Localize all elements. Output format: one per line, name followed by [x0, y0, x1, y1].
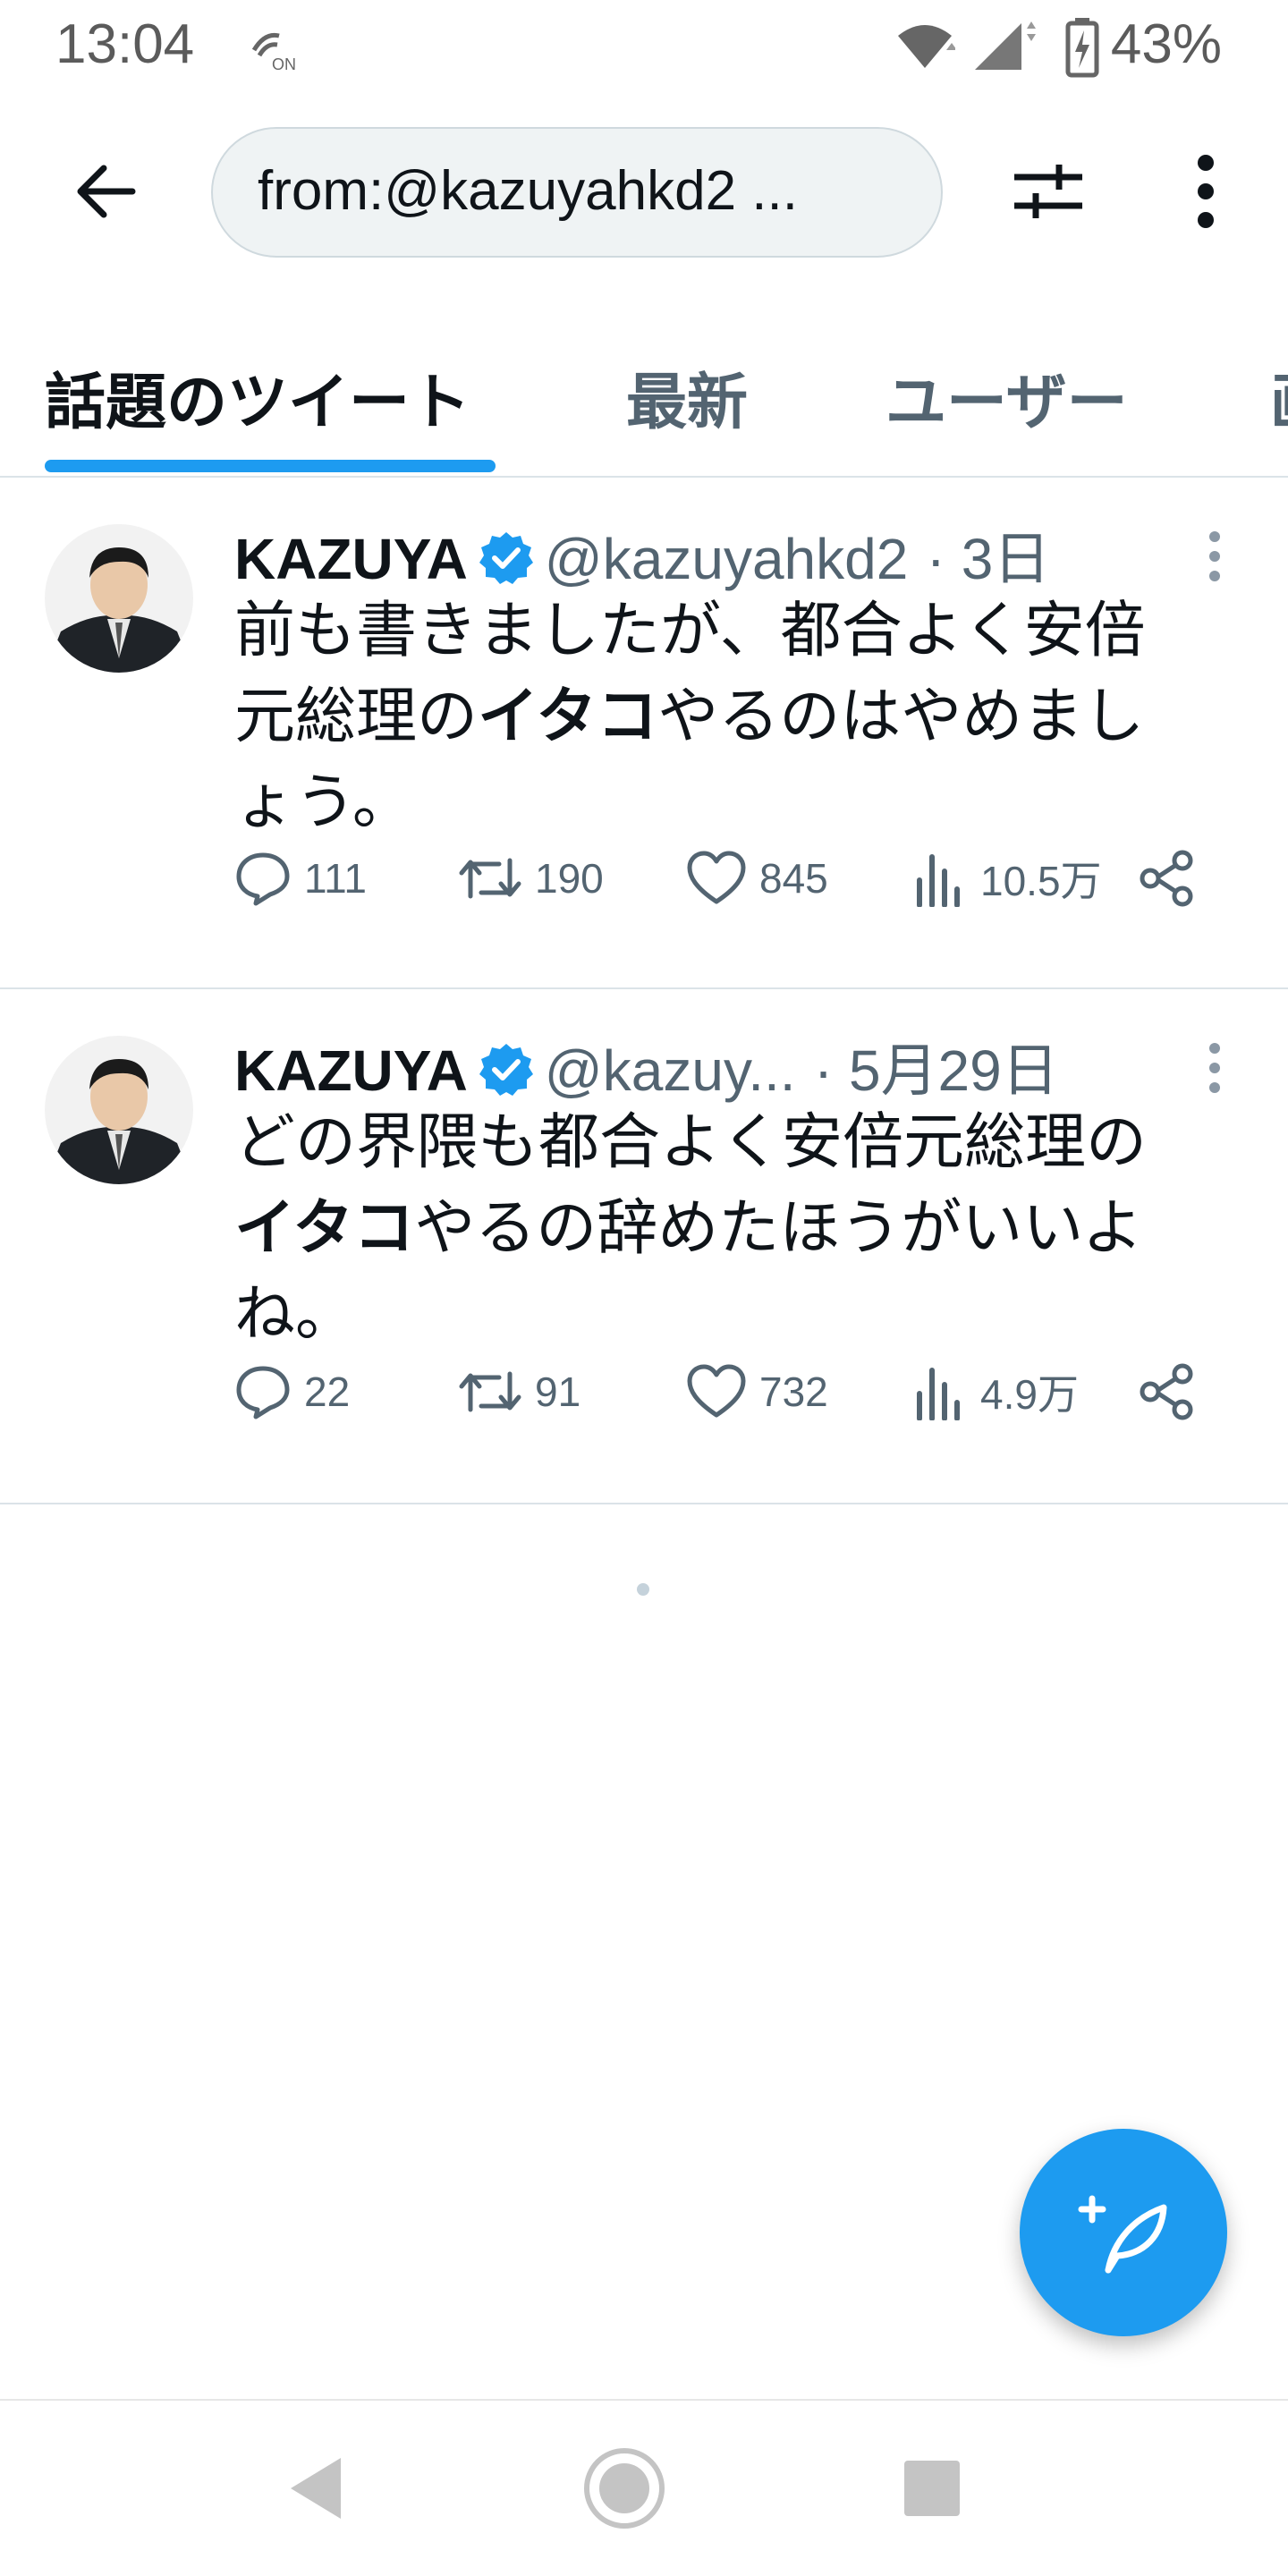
avatar-image — [45, 524, 193, 673]
heart-icon — [687, 1364, 746, 1418]
divider — [0, 1503, 1288, 1504]
nav-recents-button[interactable] — [887, 2444, 977, 2533]
signal-icon — [975, 21, 1036, 70]
reply-count: 111 — [304, 855, 367, 902]
search-query-text: from:@kazuyahkd2 ... — [258, 160, 798, 222]
verified-badge-icon — [479, 1044, 533, 1096]
dot — [1209, 1063, 1220, 1073]
tweet-text-part: どの界隈も都合よく安倍元総理の — [234, 1107, 1148, 1178]
triangle-back-icon — [291, 2458, 341, 2519]
tweet-time[interactable]: · 5月29日 — [814, 1038, 1059, 1103]
status-time: 13:04 — [55, 13, 195, 75]
compose-feather-icon — [1078, 2195, 1167, 2274]
avatar[interactable] — [45, 524, 193, 673]
tweet-more-button[interactable] — [1197, 1032, 1233, 1104]
share-button[interactable] — [1138, 1356, 1197, 1428]
reply-count: 22 — [304, 1368, 351, 1415]
svg-text:ON: ON — [272, 55, 296, 73]
retweet-count: 190 — [535, 855, 604, 902]
bar-chart-icon — [917, 1368, 960, 1420]
bar-chart-icon — [917, 854, 960, 907]
battery-percentage: 43% — [1110, 13, 1222, 75]
home-circle-icon — [584, 2448, 665, 2529]
back-button[interactable] — [63, 148, 148, 234]
tab-users[interactable]: ユーザー — [886, 352, 1128, 441]
tweet-actions: 111 190 845 10.5万 — [234, 843, 1236, 914]
tweet-text: どの界隈も都合よく安倍元総理のイタコやるの辞めたほうがいいよね。 — [234, 1100, 1200, 1358]
reply-button[interactable]: 22 — [234, 1356, 350, 1428]
avatar-image — [45, 1036, 193, 1184]
like-button[interactable]: 732 — [686, 1356, 828, 1428]
author-handle[interactable]: @kazuy... — [545, 1038, 796, 1103]
nav-home-button[interactable] — [580, 2444, 669, 2533]
more-vertical-icon — [1198, 155, 1214, 228]
like-count: 732 — [759, 1368, 828, 1415]
status-bar: 13:04 ON 43% — [0, 0, 1288, 98]
screen: 13:04 ON 43% from:@kazuyahkd2 ... 話題のツイー… — [0, 0, 1288, 2576]
reply-button[interactable]: 111 — [234, 843, 367, 914]
author-name[interactable]: KAZUYA — [234, 527, 468, 591]
tweet-time[interactable]: · 3日 — [927, 527, 1051, 591]
reply-icon — [236, 1366, 290, 1419]
arrow-left-icon — [77, 165, 136, 218]
tweet-text: 前も書きましたが、都合よく安倍元総理のイタコやるのはやめましょう。 — [234, 589, 1200, 846]
wifi-icon — [898, 25, 955, 68]
tweet-actions: 22 91 732 4.9万 — [234, 1356, 1236, 1428]
author-handle[interactable]: @kazuyahkd2 — [545, 527, 909, 591]
search-filter-button[interactable] — [1005, 148, 1091, 234]
tweet-text-bold: イタコ — [234, 1193, 415, 1264]
retweet-button[interactable]: 91 — [458, 1356, 580, 1428]
verified-badge-icon — [479, 532, 533, 584]
nfc-on-icon: ON — [251, 32, 296, 73]
nav-back-button[interactable] — [270, 2444, 360, 2533]
tweet-text-bold: イタコ — [478, 682, 658, 752]
views-count: 4.9万 — [980, 1371, 1079, 1418]
dot — [1209, 571, 1220, 581]
heart-icon — [687, 851, 746, 904]
search-top-bar: from:@kazuyahkd2 ... — [0, 116, 1288, 268]
share-button[interactable] — [1138, 843, 1197, 914]
tab-media[interactable]: 画 — [1270, 352, 1288, 441]
square-recents-icon — [904, 2461, 960, 2516]
tweet[interactable]: KAZUYA @kazuyahkd2 · 3日 前も書きましたが、都合よく安倍元… — [0, 478, 1288, 987]
loading-indicator — [637, 1583, 649, 1596]
tab-latest[interactable]: 最新 — [626, 352, 748, 441]
author-name[interactable]: KAZUYA — [234, 1038, 468, 1103]
tweet[interactable]: KAZUYA @kazuy... · 5月29日 どの界隈も都合よく安倍元総理の… — [0, 989, 1288, 1503]
reply-icon — [236, 852, 290, 906]
system-navigation-bar — [0, 2401, 1288, 2576]
search-tabs: 話題のツイート 最新 ユーザー 画 — [0, 331, 1288, 474]
dot — [1209, 1082, 1220, 1093]
compose-tweet-button[interactable] — [1020, 2129, 1227, 2336]
tweet-header: KAZUYA @kazuyahkd2 · 3日 — [234, 513, 1050, 596]
sliders-icon — [1014, 165, 1082, 218]
views-button[interactable]: 10.5万 — [914, 843, 1102, 914]
dot — [1209, 531, 1220, 542]
more-options-button[interactable] — [1163, 148, 1249, 234]
retweet-count: 91 — [535, 1368, 581, 1415]
share-icon — [1140, 850, 1193, 907]
avatar[interactable] — [45, 1036, 193, 1184]
share-icon — [1140, 1363, 1193, 1420]
dot — [1209, 1043, 1220, 1054]
active-tab-indicator — [45, 460, 496, 472]
like-count: 845 — [759, 855, 828, 902]
tweet-more-button[interactable] — [1197, 521, 1233, 592]
dot — [1209, 551, 1220, 562]
views-count: 10.5万 — [980, 858, 1102, 904]
search-input[interactable]: from:@kazuyahkd2 ... — [211, 127, 943, 258]
like-button[interactable]: 845 — [686, 843, 828, 914]
views-button[interactable]: 4.9万 — [914, 1356, 1079, 1428]
retweet-icon — [459, 1371, 521, 1412]
retweet-icon — [459, 858, 521, 899]
battery-charging-icon — [1065, 18, 1099, 78]
retweet-button[interactable]: 190 — [458, 843, 604, 914]
tweet-header: KAZUYA @kazuy... · 5月29日 — [234, 1025, 1059, 1107]
tab-top[interactable]: 話題のツイート — [45, 352, 470, 441]
